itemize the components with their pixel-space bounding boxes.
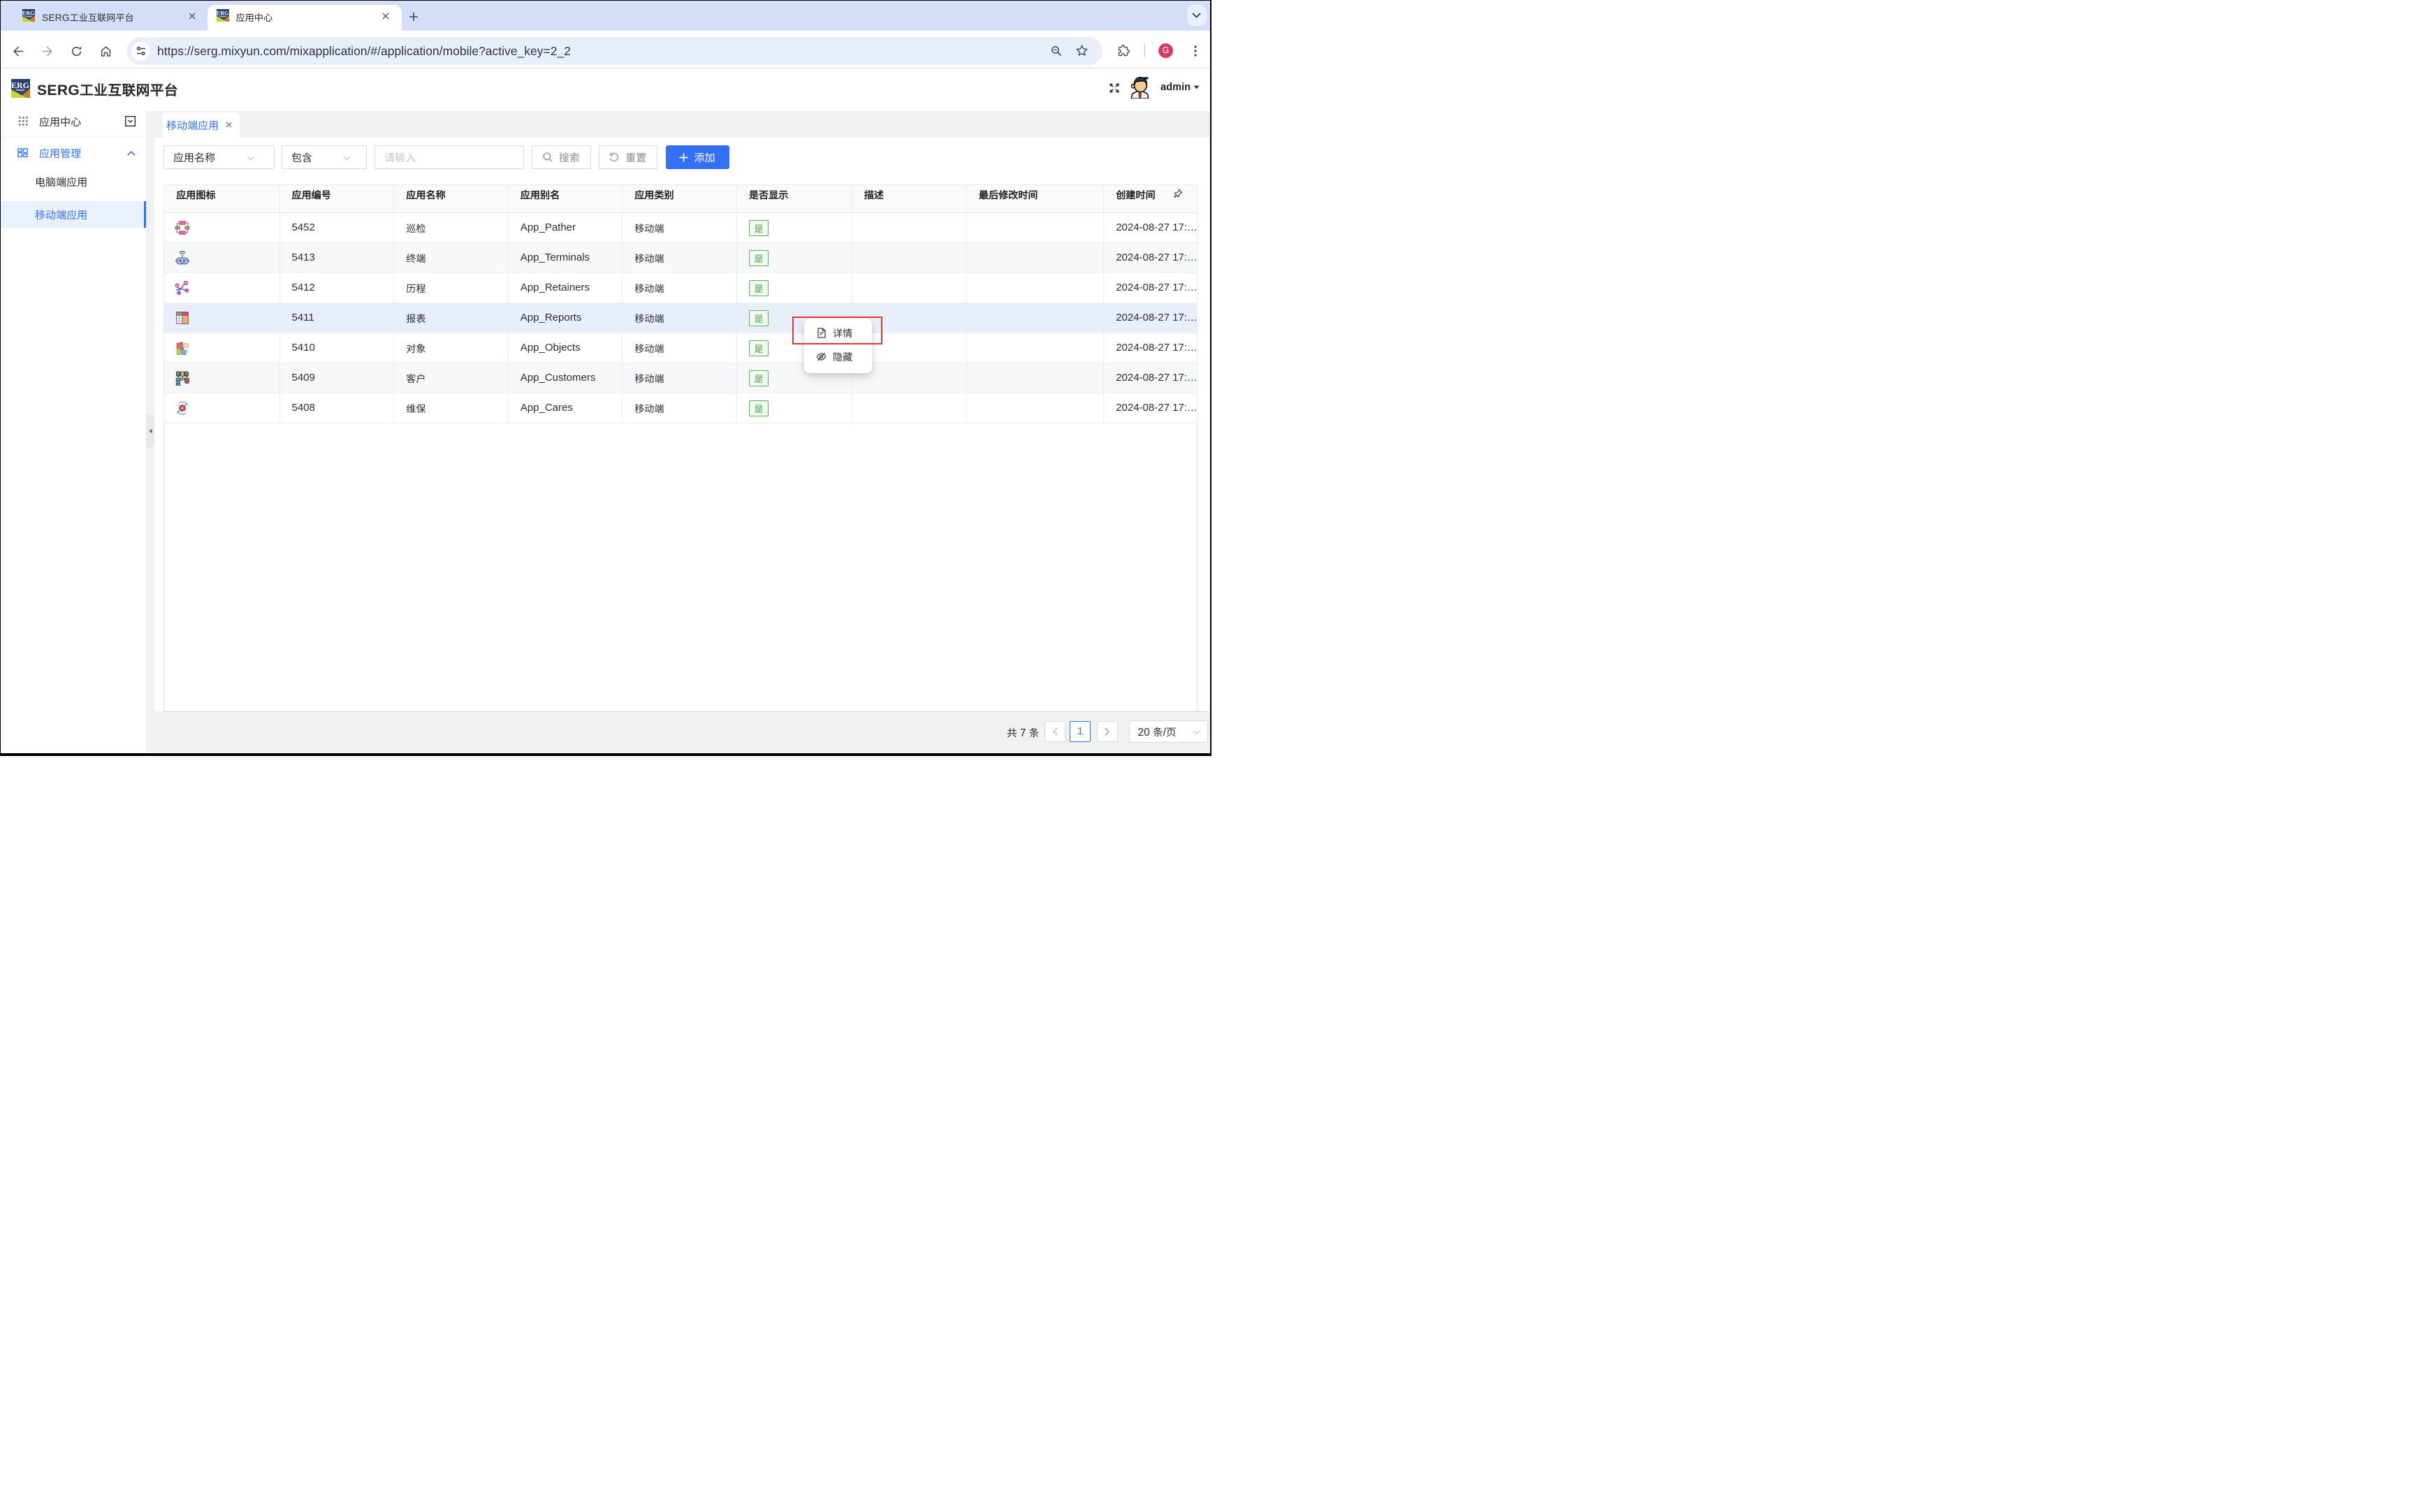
svg-text:Sample: Sample (219, 15, 226, 17)
svg-text:Sample: Sample (24, 15, 32, 17)
svg-text:v2: v2 (184, 282, 187, 284)
svg-text:Sample: Sample (15, 88, 24, 92)
svg-text:v1: v1 (176, 284, 179, 286)
